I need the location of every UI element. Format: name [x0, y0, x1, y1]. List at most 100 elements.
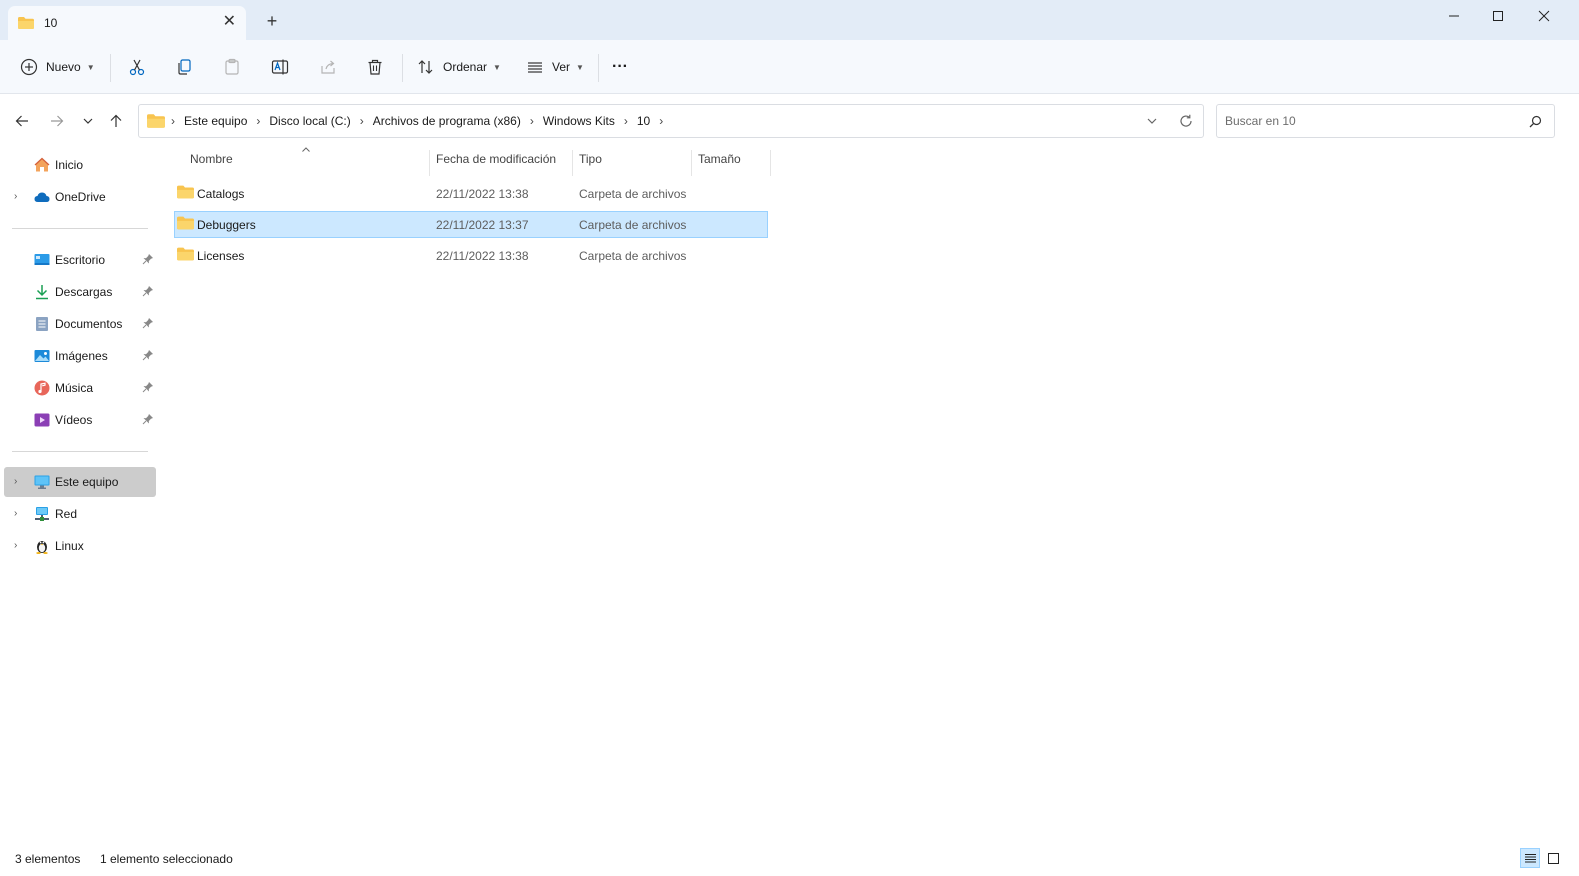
breadcrumb-separator[interactable]: › — [256, 114, 260, 128]
column-header-type[interactable]: Tipo — [579, 152, 602, 174]
sort-button[interactable]: Ordenar ▼ — [417, 54, 501, 80]
breadcrumb-10[interactable]: 10 — [637, 114, 650, 128]
cut-button[interactable] — [128, 54, 146, 80]
plus-circle-icon — [20, 58, 38, 76]
sidebar-item-red[interactable]: › Red — [4, 499, 156, 529]
file-date: 22/11/2022 13:38 — [436, 187, 529, 201]
navigation-pane: Inicio › OneDrive Escritorio Descargas D… — [0, 140, 165, 840]
refresh-button[interactable] — [1179, 105, 1193, 137]
maximize-icon[interactable] — [1482, 6, 1514, 26]
delete-button[interactable] — [366, 54, 384, 80]
tab-current-folder[interactable]: 10 ✕ — [8, 6, 246, 40]
column-divider[interactable] — [429, 150, 430, 176]
column-header-date[interactable]: Fecha de modificación — [436, 152, 556, 174]
more-options-button[interactable]: ··· — [612, 54, 628, 80]
address-history-button[interactable] — [1146, 105, 1158, 137]
download-icon — [36, 285, 48, 300]
sidebar-item-este-equipo[interactable]: › Este equipo — [4, 467, 156, 497]
view-button[interactable]: Ver ▼ — [526, 54, 584, 80]
table-row[interactable]: Catalogs 22/11/2022 13:38 Carpeta de arc… — [174, 180, 768, 207]
rename-button[interactable] — [271, 54, 289, 80]
folder-icon — [177, 216, 194, 230]
sidebar-item-inicio[interactable]: Inicio — [4, 150, 156, 180]
table-row[interactable]: Debuggers 22/11/2022 13:37 Carpeta de ar… — [174, 211, 768, 238]
sort-button-label: Ordenar — [443, 60, 488, 74]
rename-icon — [271, 59, 289, 75]
sidebar-item-linux[interactable]: › Linux — [4, 531, 156, 561]
new-button[interactable]: Nuevo ▼ — [20, 54, 95, 80]
file-name: Debuggers — [197, 218, 256, 232]
clipboard-icon — [225, 58, 239, 75]
breadcrumb-archivos-de-programa[interactable]: Archivos de programa (x86) — [373, 114, 521, 128]
breadcrumb-separator[interactable]: › — [360, 114, 364, 128]
sidebar-item-documentos[interactable]: Documentos — [4, 309, 156, 339]
breadcrumb-separator[interactable]: › — [530, 114, 534, 128]
file-date: 22/11/2022 13:38 — [436, 249, 529, 263]
chevron-right-icon[interactable]: › — [14, 540, 17, 551]
close-window-icon[interactable] — [1528, 6, 1560, 26]
title-bar: 10 ✕ + — [0, 0, 1579, 40]
pin-icon[interactable] — [142, 253, 154, 265]
new-tab-button[interactable]: + — [263, 12, 281, 30]
column-divider[interactable] — [572, 150, 573, 176]
computer-icon — [34, 475, 50, 489]
close-tab-icon[interactable]: ✕ — [223, 14, 236, 30]
breadcrumb-este-equipo[interactable]: Este equipo — [184, 114, 247, 128]
new-button-label: Nuevo — [46, 60, 81, 74]
sidebar-item-musica[interactable]: Música — [4, 373, 156, 403]
chevron-down-icon: ▼ — [493, 62, 501, 72]
sidebar-item-escritorio[interactable]: Escritorio — [4, 245, 156, 275]
file-date: 22/11/2022 13:37 — [436, 218, 529, 232]
toolbar-divider — [402, 54, 403, 82]
search-icon[interactable] — [1529, 115, 1542, 128]
recent-locations-button[interactable] — [77, 110, 99, 132]
sidebar-item-label: Red — [55, 507, 78, 521]
pin-icon[interactable] — [142, 381, 154, 393]
chevron-right-icon[interactable]: › — [14, 191, 17, 202]
column-divider[interactable] — [770, 150, 771, 176]
share-button[interactable] — [319, 54, 337, 80]
sidebar-divider — [12, 451, 148, 452]
sidebar-item-descargas[interactable]: Descargas — [4, 277, 156, 307]
copy-button[interactable] — [175, 54, 193, 80]
trash-icon — [368, 59, 382, 75]
sidebar-item-videos[interactable]: Vídeos — [4, 405, 156, 435]
tab-title: 10 — [44, 16, 58, 30]
toolbar-divider — [598, 54, 599, 82]
column-header-size[interactable]: Tamaño — [698, 152, 741, 174]
status-item-count: 3 elementos — [15, 852, 81, 866]
forward-button[interactable] — [46, 110, 68, 132]
breadcrumb-separator[interactable]: › — [624, 114, 628, 128]
details-view-button[interactable] — [1520, 848, 1540, 868]
paste-button[interactable] — [223, 54, 241, 80]
chevron-down-icon: ▼ — [576, 62, 584, 72]
sidebar-divider — [12, 228, 148, 229]
pin-icon[interactable] — [142, 285, 154, 297]
table-row[interactable]: Licenses 22/11/2022 13:38 Carpeta de arc… — [174, 242, 768, 269]
sidebar-item-onedrive[interactable]: › OneDrive — [4, 182, 156, 212]
sidebar-item-imagenes[interactable]: Imágenes — [4, 341, 156, 371]
column-header-name[interactable]: Nombre — [190, 152, 233, 174]
pin-icon[interactable] — [142, 413, 154, 425]
chevron-right-icon[interactable]: › — [14, 476, 17, 487]
address-bar[interactable]: › Este equipo › Disco local (C:) › Archi… — [138, 104, 1204, 138]
breadcrumb-separator[interactable]: › — [171, 114, 175, 128]
column-divider[interactable] — [691, 150, 692, 176]
breadcrumb-separator[interactable]: › — [659, 114, 663, 128]
pin-icon[interactable] — [142, 349, 154, 361]
tiles-view-button[interactable] — [1543, 848, 1563, 868]
minimize-icon[interactable] — [1438, 6, 1470, 26]
breadcrumb-windows-kits[interactable]: Windows Kits — [543, 114, 615, 128]
folder-icon — [18, 17, 34, 29]
pin-icon[interactable] — [142, 317, 154, 329]
desktop-icon — [34, 254, 50, 265]
chevron-right-icon[interactable]: › — [14, 508, 17, 519]
up-button[interactable] — [105, 110, 127, 132]
search-box[interactable] — [1216, 104, 1555, 138]
sidebar-item-label: Este equipo — [55, 475, 119, 489]
back-button[interactable] — [11, 110, 33, 132]
list-view-icon — [528, 62, 542, 73]
breadcrumb-disco-local[interactable]: Disco local (C:) — [269, 114, 350, 128]
search-input[interactable] — [1225, 113, 1515, 129]
music-icon — [34, 380, 50, 396]
